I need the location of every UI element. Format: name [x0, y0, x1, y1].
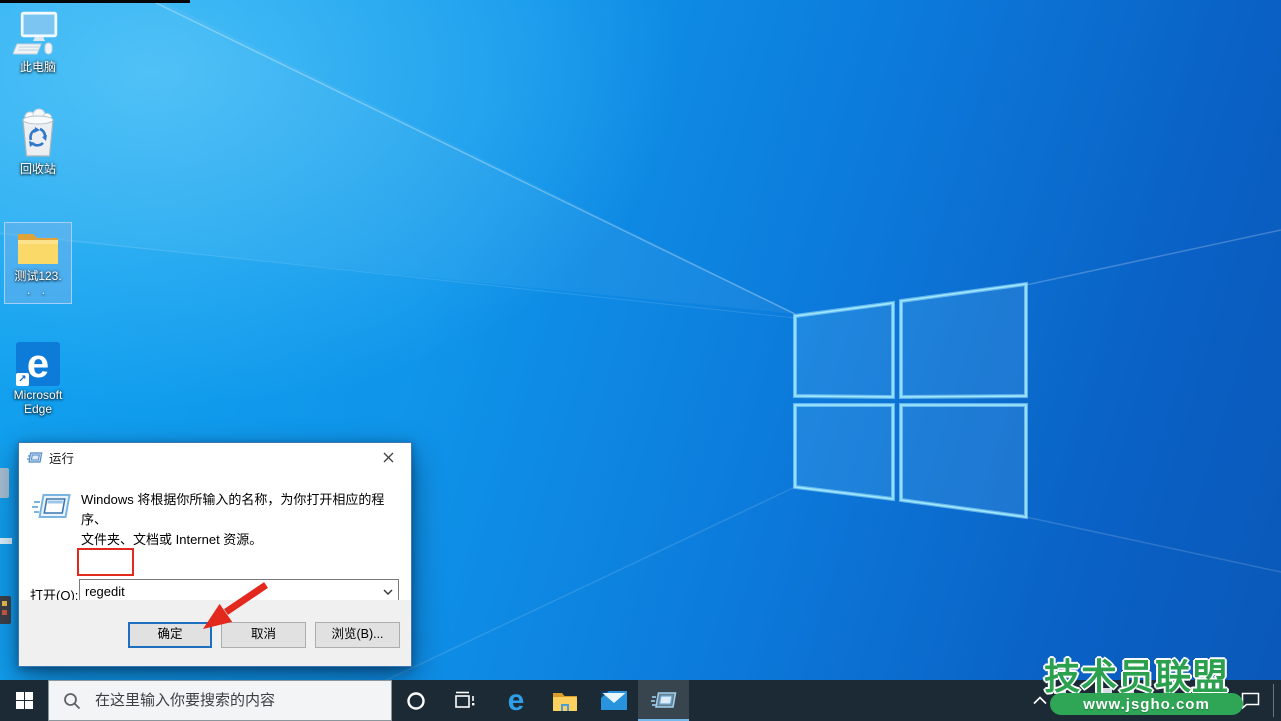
- partial-desktop-icon: [0, 468, 9, 498]
- search-icon: [49, 692, 95, 710]
- folder-icon: [18, 234, 58, 264]
- cortana-button[interactable]: [392, 680, 440, 721]
- shortcut-arrow-icon: ↗: [16, 373, 29, 386]
- task-view-icon: [455, 691, 475, 708]
- browse-button[interactable]: 浏览(B)...: [315, 622, 400, 648]
- start-button[interactable]: [0, 680, 48, 721]
- desktop-icon-microsoft-edge[interactable]: e ↗ Microsoft Edge: [0, 342, 76, 416]
- run-dialog-titlebar[interactable]: 运行: [19, 443, 411, 472]
- cortana-icon: [407, 691, 425, 710]
- run-dialog-title: 运行: [49, 452, 75, 466]
- search-input[interactable]: [95, 692, 391, 709]
- run-program-icon: [32, 494, 71, 518]
- desktop-icon-label: Microsoft: [13, 388, 63, 402]
- taskbar-search-box[interactable]: [48, 680, 392, 721]
- desktop-icon-label2: Edge: [23, 402, 53, 416]
- show-desktop-button[interactable]: [1274, 680, 1281, 721]
- run-dialog-body: Windows 将根据你所输入的名称，为你打开相应的程序、 文件夹、文档或 In…: [19, 472, 411, 604]
- this-pc-icon: [13, 11, 58, 55]
- desktop-icon-test-folder[interactable]: 测试123. . .: [4, 222, 72, 304]
- ok-button[interactable]: 确定: [128, 622, 212, 648]
- desktop-icon-label: 测试123.: [14, 269, 62, 283]
- run-dialog-footer: 确定 取消 浏览(B)...: [19, 600, 411, 666]
- desktop-icon-label: 此电脑: [19, 60, 56, 74]
- close-icon[interactable]: [366, 443, 411, 471]
- run-taskbar-icon: [650, 691, 676, 708]
- desktop-icon-label-ellipsis: . .: [26, 283, 49, 297]
- recycle-bin-icon: [22, 108, 54, 157]
- screenshot-artifact-strip: [0, 0, 190, 3]
- run-dialog-window: 运行 Windows 将根据你所输入的名称，为你打开相应的程序、 文件夹、文档或…: [18, 442, 412, 667]
- edge-icon: e: [507, 683, 525, 717]
- desktop-icon-recycle-bin[interactable]: 回收站: [0, 108, 76, 176]
- desktop: 此电脑 回收站 测试123. . . e ↗ Microsoft Edge 运行…: [0, 0, 1281, 721]
- run-dialog-description: Windows 将根据你所输入的名称，为你打开相应的程序、 文件夹、文档或 In…: [81, 492, 385, 547]
- task-view-button[interactable]: [443, 680, 489, 721]
- run-taskbar-button[interactable]: [638, 680, 689, 721]
- file-explorer-icon: [553, 692, 577, 711]
- mail-icon: [601, 691, 627, 710]
- edge-icon: e ↗: [16, 342, 60, 386]
- partial-desktop-icon-label: [0, 538, 12, 544]
- edge-taskbar-button[interactable]: e: [492, 680, 540, 721]
- chevron-down-icon[interactable]: [379, 581, 397, 602]
- mail-button[interactable]: [590, 680, 638, 721]
- cancel-button[interactable]: 取消: [221, 622, 306, 648]
- desktop-icon-label: 回收站: [19, 162, 56, 176]
- desktop-icon-this-pc[interactable]: 此电脑: [0, 10, 76, 74]
- run-window-icon: [27, 451, 43, 463]
- windows-logo-icon: [15, 692, 33, 709]
- file-explorer-button[interactable]: [541, 680, 589, 721]
- partial-desktop-icon: [0, 596, 11, 624]
- watermark-url: www.jsgho.com: [1050, 693, 1243, 715]
